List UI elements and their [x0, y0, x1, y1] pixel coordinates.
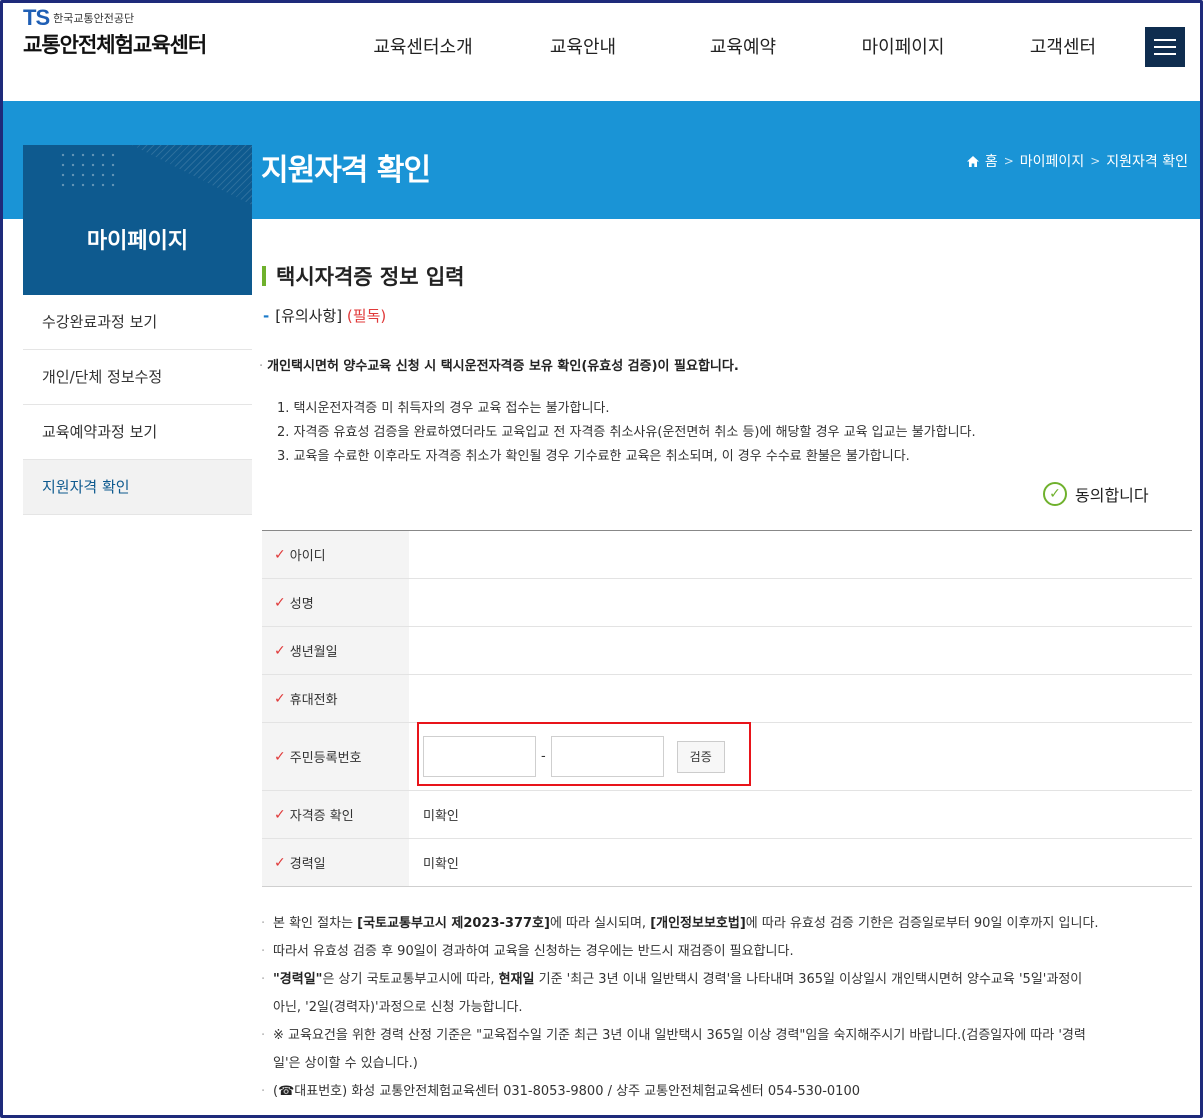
sidebar-header: 마이페이지: [23, 145, 252, 295]
required-check-icon: ✓: [274, 690, 286, 707]
main-nav: 교육센터소개 교육안내 교육예약 마이페이지 고객센터: [343, 33, 1143, 59]
site-name: 교통안전체험교육센터: [23, 33, 207, 57]
footnote-item: ※ 교육요건을 위한 경력 산정 기준은 "교육접수일 기준 최근 3년 이내 …: [259, 1022, 1194, 1078]
breadcrumb-current: 지원자격 확인: [1106, 154, 1188, 170]
form-row-ssn: ✓ 주민등록번호 - 검증: [262, 722, 1192, 791]
form-row-phone: ✓ 휴대전화: [262, 675, 1192, 723]
footnote-item: (☎대표번호) 화성 교통안전체험교육센터 031-8053-9800 / 상주…: [259, 1078, 1194, 1106]
license-status: 미확인: [423, 809, 459, 824]
site-logo[interactable]: TS 한국교통안전공단 교통안전체험교육센터: [23, 5, 207, 59]
form-row-career: ✓ 경력일 미확인: [262, 839, 1192, 887]
ssn-input-group: - 검증: [417, 722, 751, 786]
form-row-name: ✓ 성명: [262, 579, 1192, 627]
agree-label: 동의합니다: [1075, 486, 1149, 505]
hamburger-menu-button[interactable]: [1145, 27, 1185, 67]
page-title: 지원자격 확인: [261, 153, 431, 188]
field-label: ✓ 생년월일: [262, 627, 409, 674]
form-row-birth: ✓ 생년월일: [262, 627, 1192, 675]
rule-item: 1. 택시운전자격증 미 취득자의 경우 교육 접수는 불가합니다.: [277, 401, 610, 416]
field-label: ✓ 아이디: [262, 531, 409, 578]
notice-must-read: (필독): [346, 307, 387, 325]
breadcrumb: 홈 > 마이페이지 > 지원자격 확인: [966, 151, 1188, 171]
rule-item: 2. 자격증 유효성 검증을 완료하였더라도 교육입교 전 자격증 취소사유(운…: [277, 425, 976, 440]
breadcrumb-mypage[interactable]: 마이페이지: [1020, 151, 1084, 171]
sidebar-item-edit-info[interactable]: 개인/단체 정보수정: [23, 350, 252, 405]
chevron-right-icon: >: [1090, 154, 1101, 168]
sidebar-title: 마이페이지: [86, 229, 189, 254]
home-icon[interactable]: [966, 155, 979, 167]
dash-icon: -: [263, 307, 270, 325]
career-status: 미확인: [423, 857, 459, 872]
page-frame: TS 한국교통안전공단 교통안전체험교육센터 교육센터소개 교육안내 교육예약 …: [0, 0, 1203, 1118]
sidebar-item-eligibility-check[interactable]: 지원자격 확인: [23, 460, 252, 515]
footnotes: 본 확인 절차는 [국토교통부고시 제2023-377호]에 따라 실시되며, …: [259, 910, 1194, 1106]
notice-label: [유의사항]: [275, 307, 343, 325]
notice-rules: 1. 택시운전자격증 미 취득자의 경우 교육 접수는 불가합니다. 2. 자격…: [277, 397, 976, 469]
id-value: [409, 531, 1192, 578]
field-label: ✓ 경력일: [262, 839, 409, 886]
name-value: [409, 579, 1192, 626]
required-check-icon: ✓: [274, 806, 286, 823]
nav-item-reservation[interactable]: 교육예약: [663, 33, 823, 59]
section-title: 택시자격증 정보 입력: [276, 265, 465, 289]
notice-lead-text: 개인택시면허 양수교육 신청 시 택시운전자격증 보유 확인(유효성 검증)이 …: [267, 359, 739, 374]
sidebar-nav: 수강완료과정 보기 개인/단체 정보수정 교육예약과정 보기 지원자격 확인: [23, 295, 252, 515]
notice-heading: - [유의사항] (필독): [263, 305, 386, 326]
form-row-id: ✓ 아이디: [262, 531, 1192, 579]
site-header: TS 한국교통안전공단 교통안전체험교육센터 교육센터소개 교육안내 교육예약 …: [3, 3, 1200, 101]
footnote-item: "경력일"은 상기 국토교통부고시에 따라, 현재일 기준 '최근 3년 이내 …: [259, 966, 1194, 1022]
breadcrumb-home[interactable]: 홈: [985, 151, 998, 171]
footnote-item: 본 확인 절차는 [국토교통부고시 제2023-377호]에 따라 실시되며, …: [259, 910, 1194, 938]
required-check-icon: ✓: [274, 748, 286, 765]
phone-icon: ☎: [278, 1084, 295, 1099]
ts-logo-mark: TS: [23, 5, 50, 30]
required-check-icon: ✓: [274, 642, 286, 659]
check-circle-icon[interactable]: ✓: [1043, 482, 1067, 506]
nav-item-mypage[interactable]: 마이페이지: [823, 33, 983, 59]
decorative-stripes: [132, 145, 252, 205]
decorative-dots: [58, 150, 118, 188]
nav-item-education[interactable]: 교육안내: [503, 33, 663, 59]
required-check-icon: ✓: [274, 854, 286, 871]
highlight-box: [417, 722, 751, 786]
field-label: ✓ 주민등록번호: [262, 723, 409, 790]
logo-org-name: 한국교통안전공단: [53, 12, 135, 25]
phone-value: [409, 675, 1192, 722]
section-heading: 택시자격증 정보 입력: [262, 261, 465, 291]
rule-item: 3. 교육을 수료한 이후라도 자격증 취소가 확인될 경우 기수료한 교육은 …: [277, 449, 910, 464]
sidebar-item-completed-courses[interactable]: 수강완료과정 보기: [23, 295, 252, 350]
sidebar-item-reserved-courses[interactable]: 교육예약과정 보기: [23, 405, 252, 460]
field-label: ✓ 성명: [262, 579, 409, 626]
nav-item-about[interactable]: 교육센터소개: [343, 33, 503, 59]
footnote-item: 따라서 유효성 검증 후 90일이 경과하여 교육을 신청하는 경우에는 반드시…: [259, 938, 1194, 966]
field-label: ✓ 자격증 확인: [262, 791, 409, 838]
notice-lead: · 개인택시면허 양수교육 신청 시 택시운전자격증 보유 확인(유효성 검증)이…: [259, 355, 739, 374]
hamburger-icon: [1154, 39, 1176, 41]
birth-value: [409, 627, 1192, 674]
field-label: ✓ 휴대전화: [262, 675, 409, 722]
required-check-icon: ✓: [274, 546, 286, 563]
bullet-icon: ·: [259, 359, 264, 374]
nav-item-support[interactable]: 고객센터: [983, 33, 1143, 59]
required-check-icon: ✓: [274, 594, 286, 611]
license-form: ✓ 아이디 ✓ 성명 ✓ 생년월일 ✓ 휴대전화 ✓ 주민등록번호 - 검증 ✓…: [262, 530, 1192, 887]
heading-bar: [262, 266, 266, 286]
chevron-right-icon: >: [1003, 154, 1014, 168]
agree-checkbox[interactable]: ✓ 동의합니다: [1043, 482, 1149, 506]
form-row-license: ✓ 자격증 확인 미확인: [262, 791, 1192, 839]
